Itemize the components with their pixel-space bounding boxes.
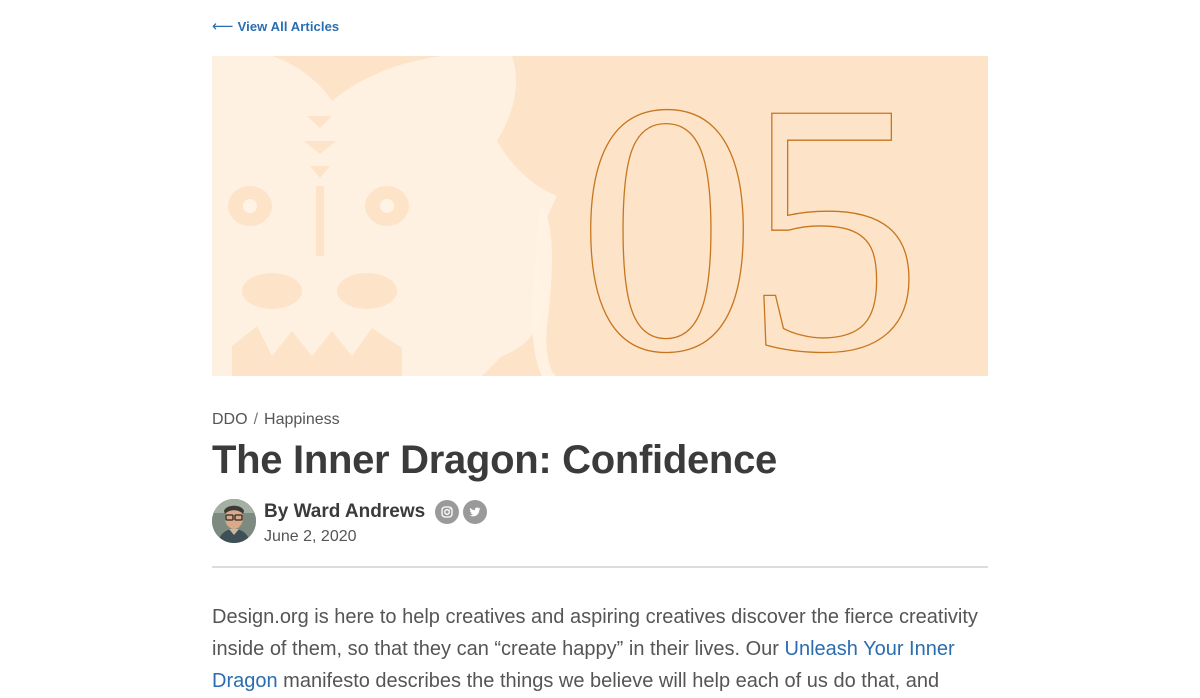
- arrow-left-icon: ⟵: [212, 18, 234, 35]
- author-info: By Ward Andrews June 2, 2020: [264, 499, 488, 546]
- byline: By Ward Andrews June 2, 2020: [212, 499, 488, 546]
- breadcrumb-separator: /: [253, 411, 259, 428]
- publish-date: June 2, 2020: [264, 528, 357, 545]
- breadcrumb-ddo[interactable]: DDO: [212, 411, 248, 429]
- breadcrumb-happiness[interactable]: Happiness: [264, 411, 340, 429]
- author-name[interactable]: By Ward Andrews: [264, 501, 425, 523]
- twitter-link[interactable]: [463, 500, 488, 524]
- divider: [212, 566, 988, 568]
- breadcrumb: DDO / Happiness: [212, 411, 340, 429]
- author-row: By Ward Andrews: [264, 499, 488, 525]
- hero-image: 05: [212, 56, 988, 376]
- avatar[interactable]: [212, 499, 256, 543]
- article-intro: Design.org is here to help creatives and…: [212, 601, 988, 697]
- article-title: The Inner Dragon: Confidence: [212, 438, 777, 482]
- hero-illustration: 05: [212, 56, 926, 376]
- intro-text-2: manifesto describes the things we believ…: [277, 670, 940, 692]
- hero-number: 05: [577, 56, 912, 376]
- instagram-link[interactable]: [435, 500, 460, 524]
- author-photo: [212, 499, 256, 543]
- twitter-icon: [469, 507, 481, 517]
- view-all-articles-label: View All Articles: [237, 19, 340, 34]
- instagram-icon: [441, 506, 453, 518]
- view-all-articles-link[interactable]: ⟵ View All Articles: [212, 19, 339, 34]
